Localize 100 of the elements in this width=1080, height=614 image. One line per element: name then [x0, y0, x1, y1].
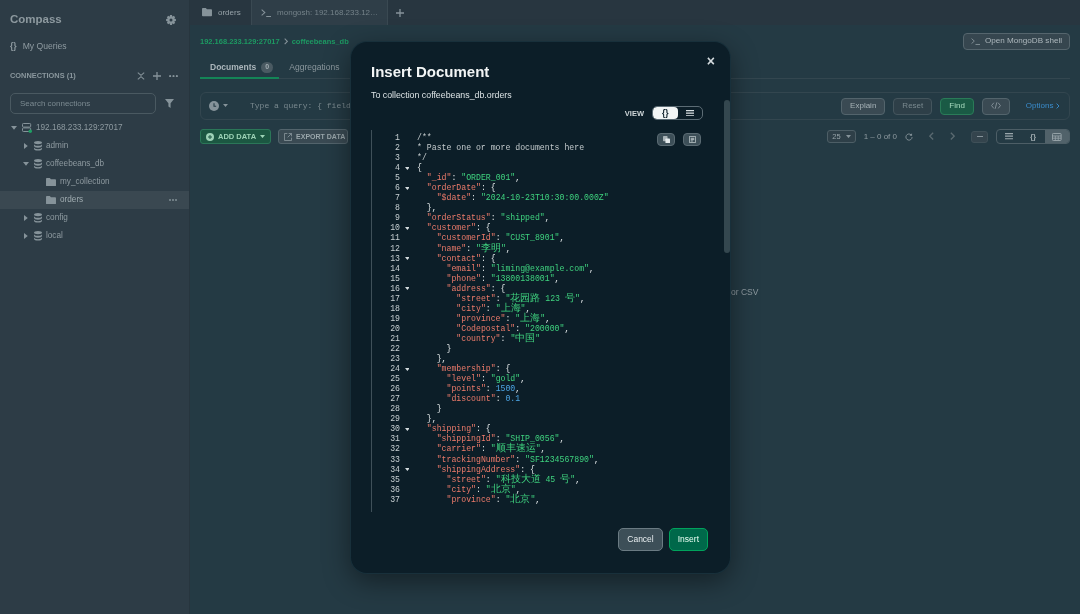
code-line: "province": "上海",	[456, 313, 551, 323]
line-number: 9	[394, 213, 400, 224]
next-icon[interactable]	[950, 132, 955, 141]
code-line: },	[436, 354, 447, 364]
line-number: 2	[394, 143, 400, 154]
tree-item[interactable]: local	[0, 227, 189, 245]
tree-item[interactable]: orders	[0, 191, 189, 209]
minus-button[interactable]	[971, 130, 988, 143]
code-line: "$date": "2024-10-23T10:30:00.000Z"	[436, 193, 609, 203]
line-number: 18	[389, 303, 400, 314]
code-line: {	[417, 163, 422, 173]
plus-circle-icon	[206, 132, 214, 141]
code-line: "shippingId": "SHIP_0056",	[436, 434, 565, 444]
fold-caret-icon[interactable]	[404, 186, 410, 190]
line-number: 33	[389, 454, 400, 465]
table-view-button[interactable]	[1045, 130, 1069, 143]
code-line: * Paste one or more documents here	[417, 143, 585, 153]
fold-caret-icon[interactable]	[404, 427, 410, 431]
line-number: 37	[389, 494, 400, 505]
options-link[interactable]: Options	[1025, 101, 1060, 111]
line-number: 27	[389, 394, 400, 405]
format-button[interactable]	[683, 133, 701, 146]
code-line: "email": "liming@example.com",	[446, 263, 594, 273]
line-number: 23	[389, 354, 400, 365]
more-icon[interactable]	[169, 74, 178, 78]
line-number: 35	[389, 474, 400, 485]
caret-icon[interactable]	[24, 215, 28, 221]
code-line: "street": "花园路 123 号",	[456, 293, 585, 303]
line-number: 20	[389, 323, 400, 334]
code-line: "Codepostal": "200000",	[456, 323, 570, 333]
my-queries-link[interactable]: {} My Queries	[10, 40, 67, 52]
tree-item[interactable]: admin	[0, 137, 189, 155]
fold-caret-icon[interactable]	[404, 367, 410, 371]
code-line: "orderDate": {	[426, 183, 496, 193]
json-view-button[interactable]: {}	[653, 107, 678, 119]
fold-caret-icon[interactable]	[404, 468, 410, 472]
collapse-icon[interactable]	[137, 72, 145, 80]
line-number: 32	[389, 444, 400, 455]
dialog-button[interactable]: Cancel	[618, 528, 663, 551]
format-icon	[688, 136, 696, 143]
folder-icon	[46, 195, 56, 205]
database-icon	[34, 159, 42, 169]
line-number: 22	[389, 344, 400, 355]
refresh-icon[interactable]	[905, 132, 913, 141]
code-view-button[interactable]	[981, 97, 1010, 115]
dialog-button[interactable]: Insert	[668, 528, 708, 551]
line-number: 1	[394, 133, 400, 144]
code-line: "name": "李明",	[436, 243, 511, 253]
fold-caret-icon[interactable]	[404, 226, 410, 230]
line-number: 6	[394, 183, 400, 194]
list-icon	[685, 109, 694, 117]
history-button[interactable]	[207, 101, 230, 111]
search-field[interactable]: Search connections	[10, 93, 156, 114]
scrollbar-thumb[interactable]	[724, 100, 730, 253]
tree-item[interactable]: config	[0, 209, 189, 227]
line-number: 4	[394, 163, 400, 174]
close-button[interactable]: ×	[706, 54, 715, 68]
code-line: },	[426, 414, 437, 424]
code-line: }	[436, 404, 442, 414]
code-line: "carrier": "顺丰速运",	[436, 444, 546, 454]
code-line: "shipping": {	[426, 424, 491, 434]
caret-icon[interactable]	[11, 126, 17, 130]
copy-button[interactable]	[657, 133, 675, 146]
collection-tab[interactable]: Aggregations	[279, 58, 346, 79]
action-button[interactable]: Find	[940, 97, 974, 115]
terminal-icon	[260, 8, 272, 17]
tree-item[interactable]: my_collection	[0, 173, 189, 191]
tree-item[interactable]: coffeebeans_db	[0, 155, 189, 173]
tree-item[interactable]: 192.168.233.129:27017	[0, 119, 189, 137]
plus-icon[interactable]	[396, 8, 405, 17]
fold-caret-icon[interactable]	[404, 166, 410, 170]
code-editor[interactable]	[371, 130, 703, 512]
line-number: 28	[389, 404, 400, 415]
open-shell-button[interactable]: Open MongoDB shell	[963, 33, 1070, 50]
clock-icon	[209, 101, 219, 111]
code-line: /**	[417, 133, 432, 142]
list-icon	[1005, 133, 1013, 140]
json-view-button[interactable]: {}	[1021, 130, 1045, 143]
line-number: 11	[389, 233, 400, 244]
fold-caret-icon[interactable]	[404, 287, 410, 291]
page-range: 1 – 0 of 0	[863, 131, 897, 142]
caret-icon[interactable]	[24, 143, 28, 149]
action-button[interactable]: Explain	[841, 97, 886, 115]
filter-icon[interactable]	[165, 99, 174, 108]
code-line: "phone": "13800138001",	[446, 273, 560, 283]
previous-icon[interactable]	[929, 132, 934, 141]
line-number: 24	[389, 364, 400, 375]
line-number: 3	[394, 153, 400, 164]
caret-icon[interactable]	[23, 162, 29, 166]
code-line: "shippingAddress": {	[436, 464, 535, 474]
plus-icon[interactable]	[153, 72, 161, 80]
caret-icon	[260, 134, 266, 139]
caret-icon[interactable]	[24, 233, 28, 239]
settings-icon[interactable]	[166, 15, 176, 25]
query-input[interactable]: Type a query: { field	[250, 101, 354, 111]
code-line: "points": 1500,	[446, 384, 521, 394]
code-line: "city": "北京",	[446, 484, 521, 494]
database-icon	[34, 231, 42, 241]
fold-caret-icon[interactable]	[404, 257, 410, 261]
code-line: "contact": {	[436, 253, 496, 263]
